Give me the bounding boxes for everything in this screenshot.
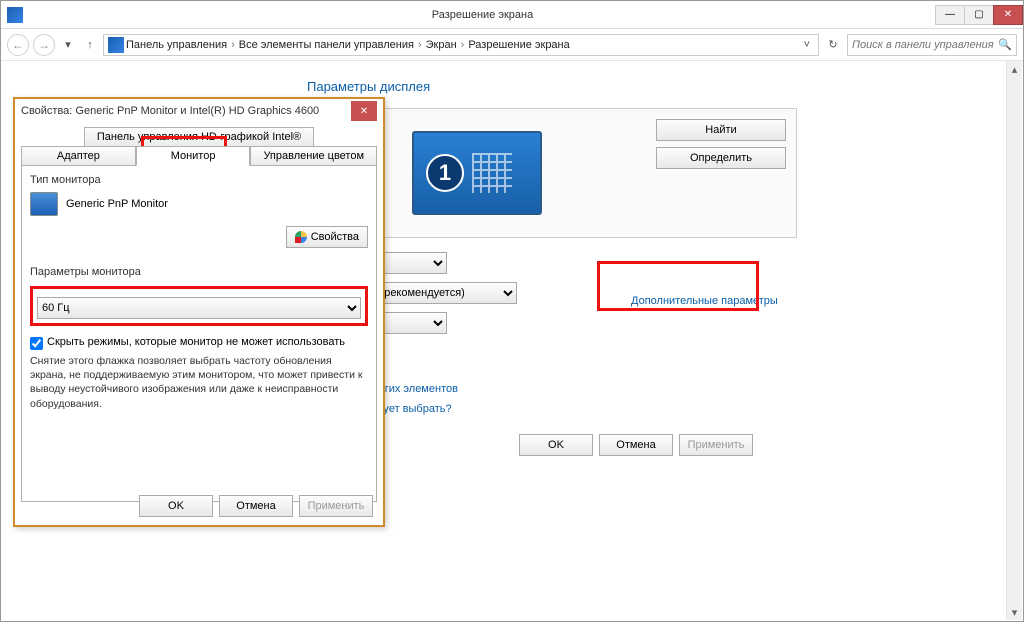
- properties-button[interactable]: Свойства: [286, 226, 368, 248]
- window-title: Разрешение экрана: [29, 9, 936, 21]
- apply-button: Применить: [679, 434, 753, 456]
- ok-button[interactable]: OK: [519, 434, 593, 456]
- hide-modes-label: Скрыть режимы, которые монитор не может …: [47, 336, 345, 348]
- scrollbar[interactable]: ▴ ▾: [1006, 61, 1022, 620]
- refresh-rate-group: Частота обновления экрана: 60 Гц: [30, 286, 368, 326]
- titlebar: Разрешение экрана — ▢ ✕: [1, 1, 1023, 29]
- hide-modes-checkbox[interactable]: [30, 337, 43, 350]
- breadcrumb-seg[interactable]: Панель управления: [126, 39, 227, 51]
- scroll-up-icon[interactable]: ▴: [1007, 61, 1022, 77]
- navbar: ← → ▾ ↑ Панель управления› Все элементы …: [1, 29, 1023, 61]
- search-icon[interactable]: 🔍: [998, 38, 1012, 51]
- control-panel-icon: [108, 37, 124, 53]
- tab-monitor[interactable]: Монитор: [136, 146, 251, 166]
- dialog-ok-button[interactable]: OK: [139, 495, 213, 517]
- forward-button[interactable]: →: [33, 34, 55, 56]
- minimize-button[interactable]: —: [935, 5, 965, 25]
- monitor-grid-icon: [472, 153, 512, 193]
- refresh-rate-select[interactable]: 60 Гц: [37, 297, 361, 319]
- up-arrow-button[interactable]: ↑: [81, 39, 99, 51]
- tab-adapter[interactable]: Адаптер: [21, 146, 136, 166]
- tab-panel: Тип монитора Generic PnP Monitor Свойств…: [21, 166, 377, 502]
- refresh-icon[interactable]: ↻: [823, 38, 843, 51]
- breadcrumb-seg[interactable]: Разрешение экрана: [468, 39, 569, 51]
- detect-button[interactable]: Найти: [656, 119, 786, 141]
- monitor-type-label: Тип монитора: [30, 174, 368, 186]
- breadcrumb-seg[interactable]: Все элементы панели управления: [239, 39, 414, 51]
- tab-color-management[interactable]: Управление цветом: [250, 146, 377, 166]
- scroll-down-icon[interactable]: ▾: [1007, 604, 1022, 620]
- back-button[interactable]: ←: [7, 34, 29, 56]
- monitor-properties-dialog: Свойства: Generic PnP Monitor и Intel(R)…: [13, 97, 385, 527]
- maximize-button[interactable]: ▢: [964, 5, 994, 25]
- dialog-close-button[interactable]: ✕: [351, 101, 377, 121]
- dialog-title: Свойства: Generic PnP Monitor и Intel(R)…: [21, 105, 351, 117]
- search-box[interactable]: 🔍: [847, 34, 1017, 56]
- identify-button[interactable]: Определить: [656, 147, 786, 169]
- monitor-params-label: Параметры монитора: [30, 266, 368, 278]
- page-heading: Параметры дисплея: [307, 79, 1003, 94]
- dialog-cancel-button[interactable]: Отмена: [219, 495, 293, 517]
- cancel-button[interactable]: Отмена: [599, 434, 673, 456]
- monitor-name: Generic PnP Monitor: [66, 198, 168, 210]
- monitor-icon: [30, 192, 58, 216]
- breadcrumb[interactable]: Панель управления› Все элементы панели у…: [103, 34, 819, 56]
- dialog-apply-button: Применить: [299, 495, 373, 517]
- monitor-number: 1: [426, 154, 464, 192]
- hide-modes-hint: Снятие этого флажка позволяет выбрать ча…: [30, 354, 368, 411]
- up-button[interactable]: ▾: [59, 38, 77, 51]
- tab-intel-graphics[interactable]: Панель управления HD-графикой Intel®: [84, 127, 314, 147]
- advanced-settings-link[interactable]: Дополнительные параметры: [631, 295, 778, 307]
- app-icon: [7, 7, 23, 23]
- monitor-thumbnail[interactable]: 1: [412, 131, 542, 215]
- breadcrumb-seg[interactable]: Экран: [426, 39, 457, 51]
- search-input[interactable]: [852, 39, 998, 51]
- shield-icon: [295, 231, 307, 243]
- breadcrumb-dropdown[interactable]: ˅: [800, 39, 814, 51]
- close-button[interactable]: ✕: [993, 5, 1023, 25]
